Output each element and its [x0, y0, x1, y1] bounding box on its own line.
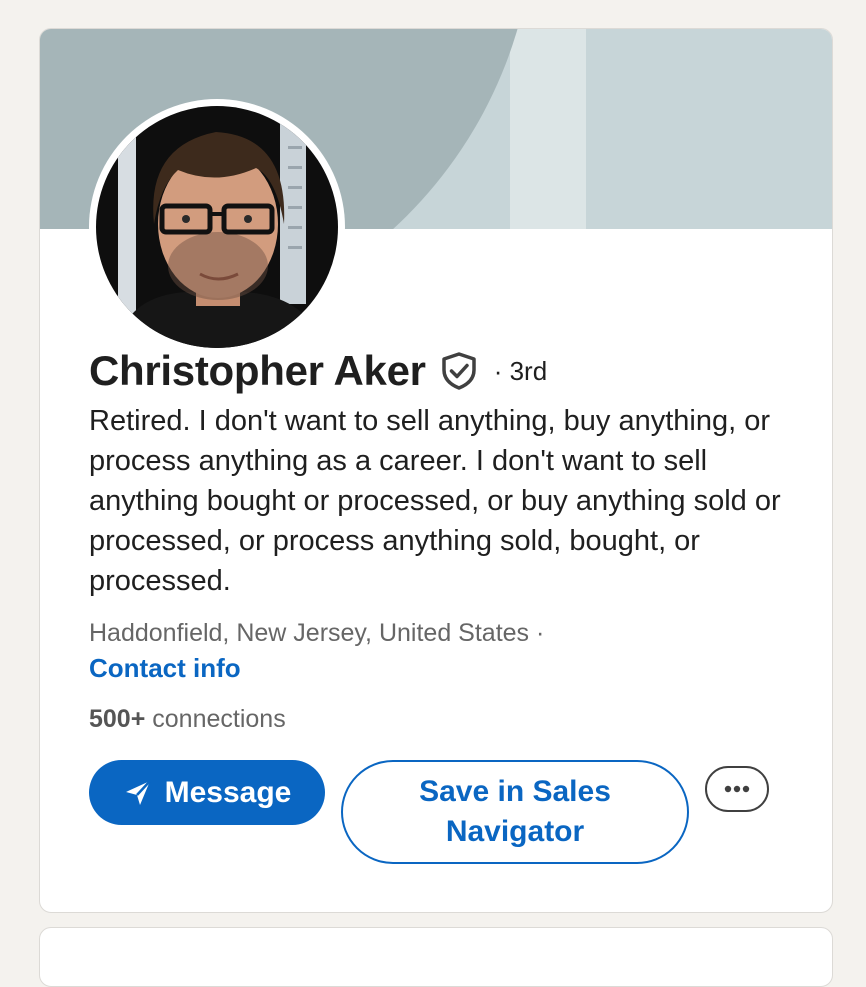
message-button[interactable]: Message [89, 760, 325, 825]
profile-name: Christopher Aker [89, 347, 426, 394]
connections-label: connections [152, 705, 286, 733]
name-row: Christopher Aker · 3rd [89, 347, 547, 395]
save-in-sales-navigator-button[interactable]: Save in Sales Navigator [341, 760, 689, 864]
message-button-label: Message [164, 775, 292, 809]
profile-photo[interactable] [89, 99, 345, 355]
shield-check-icon[interactable] [440, 351, 478, 391]
next-section-card [39, 927, 833, 987]
avatar-image [96, 106, 338, 348]
profile-card: Christopher Aker · 3rd Retired. I don't … [39, 28, 833, 913]
send-icon [125, 779, 151, 805]
more-actions-button[interactable] [705, 766, 769, 812]
ellipsis-icon [724, 785, 750, 793]
save-button-label: Save in Sales Navigator [419, 775, 611, 848]
connections-count[interactable]: 500+ connections [89, 705, 286, 734]
connection-degree: · 3rd [493, 355, 548, 386]
contact-info-link[interactable]: Contact info [89, 653, 241, 684]
profile-location: Haddonfield, New Jersey, United States · [89, 619, 545, 647]
profile-headline: Retired. I don't want to sell anything, … [89, 405, 781, 597]
connections-number: 500+ [89, 705, 146, 733]
